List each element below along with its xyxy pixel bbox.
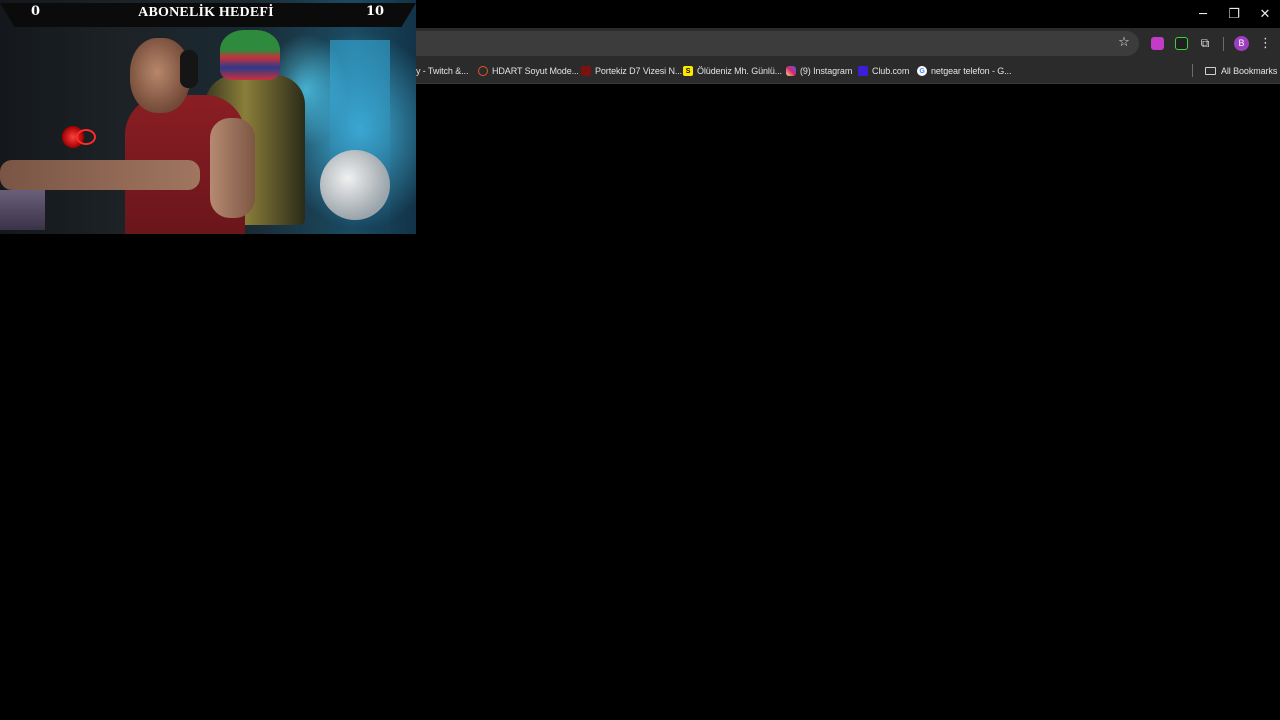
bookmark-label: netgear telefon - G... <box>931 66 1012 76</box>
minimize-button[interactable]: ─ <box>1188 0 1218 28</box>
all-bookmarks-button[interactable]: All Bookmarks <box>1205 59 1277 83</box>
bookmark-label: Ölüdeniz Mh. Günlü... <box>697 66 782 76</box>
exercise-bike-wheel <box>320 150 390 220</box>
club-icon <box>858 66 868 76</box>
bookmark-label: HDART Soyut Mode... <box>492 66 579 76</box>
extension-green-icon[interactable] <box>1175 37 1188 50</box>
bookmarks-divider <box>1192 64 1193 77</box>
bookmark-club[interactable]: Club.com <box>858 59 909 83</box>
jersey-logo <box>142 158 197 180</box>
extensions-puzzle-icon[interactable]: ⧉ <box>1198 36 1212 50</box>
portekiz-icon <box>581 66 591 76</box>
bookmark-instagram[interactable]: (9) Instagram <box>786 59 852 83</box>
minimize-icon: ─ <box>1199 6 1207 22</box>
hdart-icon <box>478 66 488 76</box>
toolbar-divider <box>1223 37 1224 51</box>
plush-toy <box>220 30 280 80</box>
bookmark-star-icon[interactable]: ☆ <box>1116 35 1132 51</box>
close-window-button[interactable]: ✕ <box>1250 0 1280 28</box>
goal-title: ABONELİK HEDEFİ <box>138 5 274 20</box>
red-ring-light <box>76 129 96 145</box>
instagram-icon <box>786 66 796 76</box>
headphones <box>180 50 198 88</box>
bookmark-netgear[interactable]: G netgear telefon - G... <box>917 59 1011 83</box>
address-bar[interactable] <box>416 31 1139 56</box>
keyboard <box>0 190 45 230</box>
folder-icon <box>1205 67 1216 75</box>
bookmark-oludeniz[interactable]: S Ölüdeniz Mh. Günlü... <box>683 59 782 83</box>
extension-icon[interactable] <box>1151 37 1164 50</box>
sahibinden-icon: S <box>683 66 693 76</box>
goal-target-value: 10 <box>366 4 385 19</box>
bookmark-label: y - Twitch &... <box>416 66 469 76</box>
bookmark-portekiz[interactable]: Portekiz D7 Vizesi N... <box>581 59 682 83</box>
bookmark-label: Club.com <box>872 66 910 76</box>
bookmark-label: Portekiz D7 Vizesi N... <box>595 66 683 76</box>
bookmark-twitch[interactable]: y - Twitch &... <box>416 59 468 83</box>
restore-icon: ❐ <box>1228 6 1240 22</box>
webcam-overlay: 0 ABONELİK HEDEFİ 10 <box>0 0 416 234</box>
bookmark-label: (9) Instagram <box>800 66 853 76</box>
menu-kebab-icon[interactable]: ⋮ <box>1259 36 1272 52</box>
restore-button[interactable]: ❐ <box>1219 0 1249 28</box>
profile-avatar[interactable]: B <box>1234 36 1249 51</box>
person-arm <box>210 118 255 218</box>
all-bookmarks-label: All Bookmarks <box>1221 66 1278 76</box>
google-icon: G <box>917 66 927 76</box>
bookmark-hdart[interactable]: HDART Soyut Mode... <box>478 59 579 83</box>
close-icon: ✕ <box>1259 6 1271 22</box>
